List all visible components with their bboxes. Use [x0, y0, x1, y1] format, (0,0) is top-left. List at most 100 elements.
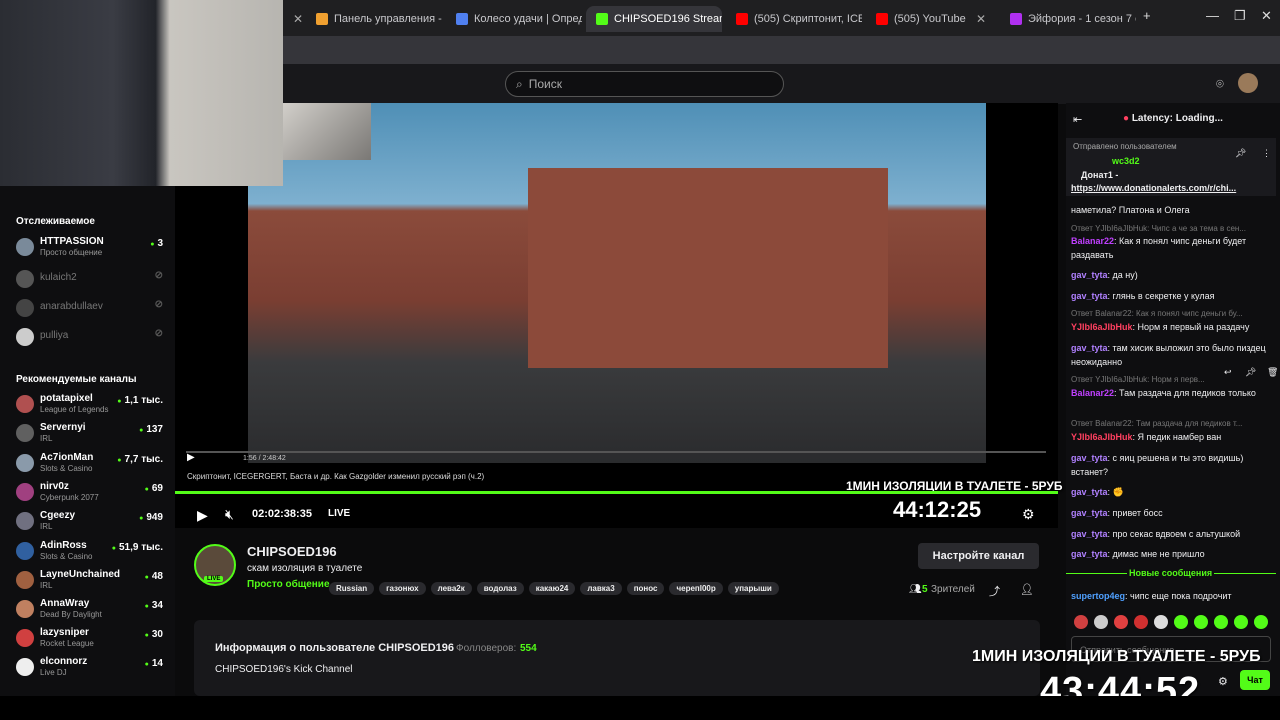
tab-youtube-2[interactable]: (505) YouTube ✕ — [866, 6, 996, 32]
pin-icon[interactable]: 📌︎ — [1235, 148, 1246, 159]
send-chat-button[interactable]: Чат — [1240, 670, 1270, 690]
chat-username[interactable]: supertop4eg — [1071, 591, 1125, 601]
chat-username[interactable]: YJIbI6aJIbHuk — [1071, 322, 1133, 332]
channel-name: pulliya — [40, 330, 69, 341]
follow-icon[interactable]: 👤︎ — [1020, 583, 1034, 596]
sidebar-channel[interactable]: CgeezyIRL 949 — [16, 510, 166, 538]
offline-icon: ⊘ — [154, 270, 163, 281]
chat-text: : Норм я первый на раздачу — [1132, 322, 1250, 332]
search-input[interactable]: ⌕ Поиск — [505, 71, 784, 97]
emote-icon[interactable] — [1174, 615, 1188, 629]
sidebar-channel[interactable]: AnnaWrayDead By Daylight 34 — [16, 598, 166, 626]
chat-username[interactable]: YJIbI6aJIbHuk — [1071, 432, 1133, 442]
channel-name: nirv0z — [40, 481, 69, 492]
tab-youtube-1[interactable]: (505) Скриптонит, ICEGE ✕ — [726, 6, 862, 32]
stream-category[interactable]: Просто общение — [247, 579, 330, 590]
sidebar-channel[interactable]: nirv0zCyberpunk 2077 69 — [16, 481, 166, 509]
reply-icon[interactable]: ↩ — [1224, 367, 1232, 378]
emote-icon[interactable] — [1074, 615, 1088, 629]
tag[interactable]: лавка3 — [580, 582, 622, 595]
youtube-favicon — [876, 13, 888, 25]
collapse-chat-icon[interactable]: ⇤ — [1073, 113, 1082, 126]
channel-name: HTTPASSION — [40, 236, 104, 247]
tag[interactable]: лева2к — [430, 582, 472, 595]
tag[interactable]: какаю24 — [528, 582, 576, 595]
new-tab-icon[interactable]: + — [1143, 8, 1151, 23]
channel-category: Просто общение — [40, 248, 103, 257]
viewer-count: 69 — [145, 483, 163, 494]
channel-avatar — [16, 328, 34, 346]
minimize-icon[interactable]: — — [1206, 8, 1219, 23]
maximize-icon[interactable]: ❐ — [1234, 8, 1246, 24]
tag[interactable]: упарыши — [727, 582, 779, 595]
sidebar-channel[interactable]: potatapixelLeague of Legends 1,1 тыс. — [16, 393, 166, 421]
close-window-icon[interactable]: ✕ — [1261, 8, 1272, 24]
tag[interactable]: Russian — [329, 582, 375, 595]
chat-username[interactable]: gav_tyta — [1071, 529, 1108, 539]
sidebar-channel[interactable]: anarabdullaev ⊘ — [16, 297, 166, 325]
chat-username[interactable]: gav_tyta — [1071, 549, 1108, 559]
viewer-count: 34 — [145, 600, 163, 611]
chat-username[interactable]: gav_tyta — [1071, 487, 1108, 497]
viewers-icon: 👥︎ — [909, 584, 922, 595]
avatar[interactable] — [1238, 73, 1258, 93]
channel-name[interactable]: CHIPSOED196 — [247, 544, 337, 559]
notifications-icon[interactable]: ⌾ — [1216, 76, 1224, 92]
donation-link[interactable]: https://www.donationalerts.com/r/chi... — [1071, 183, 1236, 193]
inner-play-icon[interactable]: ▶ — [187, 452, 195, 463]
tag[interactable]: понос — [626, 582, 665, 595]
pin-message-icon[interactable]: 📌︎ — [1245, 367, 1256, 378]
sidebar-channel[interactable]: elconnorzLive DJ 14 — [16, 656, 166, 684]
inner-video-time: 1:56 / 2:48:42 — [243, 455, 286, 462]
chat-settings-icon[interactable]: ⚙ — [1218, 675, 1228, 688]
tab-wheel[interactable]: Колесо удачи | Определи ✕ — [446, 6, 582, 32]
offline-icon: ⊘ — [154, 328, 163, 339]
emote-icon[interactable] — [1094, 615, 1108, 629]
tag[interactable]: черепl00р — [669, 582, 723, 595]
settings-icon[interactable]: ⚙ — [1022, 506, 1035, 523]
sidebar-channel[interactable]: kulaich2 ⊘ — [16, 268, 166, 296]
tag[interactable]: газонюх — [379, 582, 426, 595]
chat-username[interactable]: gav_tyta — [1071, 270, 1108, 280]
chat-username[interactable]: Balanar22 — [1071, 236, 1114, 246]
chat-username[interactable]: Balanar22 — [1071, 388, 1114, 398]
viewer-label: Зрителей — [931, 584, 975, 595]
sidebar-channel[interactable]: HTTPASSION Просто общение 3 — [16, 236, 166, 264]
mute-icon[interactable]: 🔇︎ — [225, 506, 234, 523]
sidebar-channel[interactable]: ServernyiIRL 137 — [16, 422, 166, 450]
sidebar-channel[interactable]: LayneUnchainedIRL 48 — [16, 569, 166, 597]
tab-kick-stream[interactable]: CHIPSOED196 Stream - W ✕ — [586, 6, 722, 32]
share-icon[interactable]: ⤴ — [989, 583, 1000, 599]
emote-icon[interactable] — [1154, 615, 1168, 629]
emote-icon[interactable] — [1234, 615, 1248, 629]
chat-message: gav_tyta: ✊ — [1071, 485, 1271, 499]
tag[interactable]: водолаз — [476, 582, 524, 595]
chat-username[interactable]: gav_tyta — [1071, 291, 1108, 301]
chat-username[interactable]: gav_tyta — [1071, 343, 1108, 353]
inner-progress-bar[interactable] — [186, 451, 1046, 453]
delete-icon[interactable]: 🗑︎ — [1267, 367, 1278, 378]
sidebar-channel[interactable]: lazysniperRocket League 30 — [16, 627, 166, 655]
emote-icon[interactable] — [1254, 615, 1268, 629]
tab-close-prev[interactable]: ✕ — [283, 6, 303, 32]
sidebar-channel[interactable]: pulliya ⊘ — [16, 326, 166, 354]
play-icon[interactable]: ▶ — [197, 507, 208, 524]
chat-username[interactable]: gav_tyta — [1071, 453, 1108, 463]
tab-favicon — [316, 13, 328, 25]
channel-category: Slots & Casino — [40, 464, 93, 473]
tab-close-icon[interactable]: ✕ — [976, 12, 986, 26]
sidebar-channel[interactable]: AdinRossSlots & Casino 51,9 тыс. — [16, 540, 166, 568]
customize-channel-button[interactable]: Настройте канал — [918, 543, 1039, 569]
tab-euphoria[interactable]: Эйфория - 1 сезон 7 сер ✕ — [1000, 6, 1136, 32]
emote-icon[interactable] — [1194, 615, 1208, 629]
more-icon[interactable]: ⋮ — [1262, 148, 1271, 159]
emote-icon[interactable] — [1214, 615, 1228, 629]
chat-text: : Там раздача для педиков только — [1114, 388, 1256, 398]
emote-icon[interactable] — [1134, 615, 1148, 629]
chat-username[interactable]: gav_tyta — [1071, 508, 1108, 518]
pinned-user[interactable]: wc3d2 — [1112, 156, 1140, 166]
sidebar-channel[interactable]: Ac7ionManSlots & Casino 7,7 тыс. — [16, 452, 166, 480]
tab-dashboard[interactable]: Панель управления - Пс ✕ — [306, 6, 442, 32]
live-progress-bar[interactable] — [175, 491, 1058, 494]
emote-icon[interactable] — [1114, 615, 1128, 629]
